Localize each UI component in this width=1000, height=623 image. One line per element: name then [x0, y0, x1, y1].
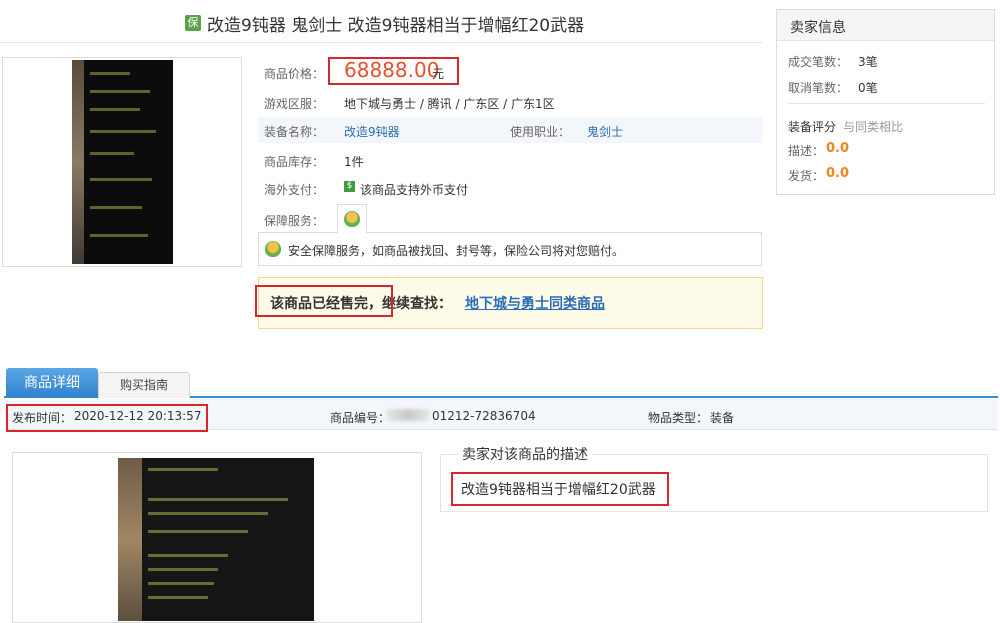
rating-compare: 与同类相比: [843, 120, 904, 134]
equip-name-link[interactable]: 改造9钝器: [344, 123, 400, 140]
seller-description-title: 卖家对该商品的描述: [458, 444, 592, 464]
sold-out-highlight-box: [255, 285, 393, 317]
insurance-shield-icon: [344, 211, 360, 227]
overseas-pay-label: 海外支付：: [264, 183, 325, 197]
guarantee-service-tab[interactable]: [337, 204, 367, 233]
product-number-label: 商品编号：: [330, 411, 391, 425]
image-text-line: [148, 554, 228, 557]
detail-image[interactable]: [118, 458, 314, 621]
guarantee-description: 安全保障服务，如商品被找回、封号等，保险公司将对您赔付。: [288, 244, 625, 258]
price-label: 商品价格：: [264, 67, 325, 81]
guarantee-label: 保障服务：: [264, 214, 325, 228]
ship-score-value: 0.0: [826, 166, 850, 181]
image-text-line: [148, 468, 218, 471]
image-text-line: [148, 512, 268, 515]
image-text-line: [90, 178, 152, 181]
ship-score-label: 发货：: [788, 169, 825, 183]
desc-score-value: 0.0: [826, 141, 850, 156]
image-text-line: [148, 498, 288, 501]
tab-purchase-guide[interactable]: 购买指南: [98, 372, 190, 398]
stock-value: 1件: [344, 155, 364, 169]
description-highlight-box: [451, 472, 669, 506]
price-highlight-box: [328, 57, 459, 85]
image-text-line: [90, 234, 148, 237]
image-background-strip: [72, 60, 84, 264]
product-image[interactable]: [72, 60, 173, 264]
item-type-label: 物品类型：: [648, 411, 709, 425]
image-text-line: [90, 206, 142, 209]
image-text-line: [148, 568, 218, 571]
redacted-number: [386, 409, 430, 421]
product-title-text: 改造9钝器 鬼剑士 改造9钝器相当于增幅红20武器: [207, 15, 585, 36]
job-label: 使用职业：: [510, 125, 571, 139]
tab-product-detail[interactable]: 商品详细: [6, 368, 98, 398]
item-type-value: 装备: [710, 411, 735, 425]
server-value: 地下城与勇士 / 腾讯 / 广东区 / 广东1区: [344, 97, 555, 111]
image-text-line: [90, 108, 140, 111]
product-title: 保 改造9钝器 鬼剑士 改造9钝器相当于增幅红20武器: [185, 10, 584, 36]
image-text-line: [90, 152, 134, 155]
cancel-value: 0笔: [858, 81, 878, 95]
currency-icon: $: [344, 181, 355, 192]
product-number-value: 01212-72836704: [432, 409, 536, 423]
image-text-line: [90, 90, 150, 93]
title-divider: [0, 42, 762, 43]
image-text-line: [148, 530, 248, 533]
publish-time-highlight-box: [6, 404, 208, 432]
overseas-pay-value: 该商品支持外币支付: [360, 183, 469, 197]
image-text-line: [90, 130, 156, 133]
image-text-line: [90, 72, 130, 75]
image-text-line: [148, 596, 208, 599]
insurance-shield-icon: [265, 241, 281, 257]
guarantee-badge-icon: 保: [185, 15, 201, 31]
similar-items-link[interactable]: 地下城与勇士同类商品: [465, 293, 605, 313]
equip-label: 装备名称：: [264, 125, 325, 139]
deals-label: 成交笔数：: [788, 55, 849, 69]
image-background-strip: [118, 458, 142, 621]
job-value-link[interactable]: 鬼剑士: [587, 123, 623, 140]
cancel-label: 取消笔数：: [788, 81, 849, 95]
stock-label: 商品库存：: [264, 155, 325, 169]
server-label: 游戏区服：: [264, 97, 325, 111]
image-text-line: [148, 582, 214, 585]
rating-label: 装备评分: [788, 120, 837, 134]
deals-value: 3笔: [858, 55, 878, 69]
seller-divider: [788, 103, 985, 104]
desc-score-label: 描述：: [788, 144, 825, 158]
seller-panel-title: 卖家信息: [790, 20, 846, 36]
